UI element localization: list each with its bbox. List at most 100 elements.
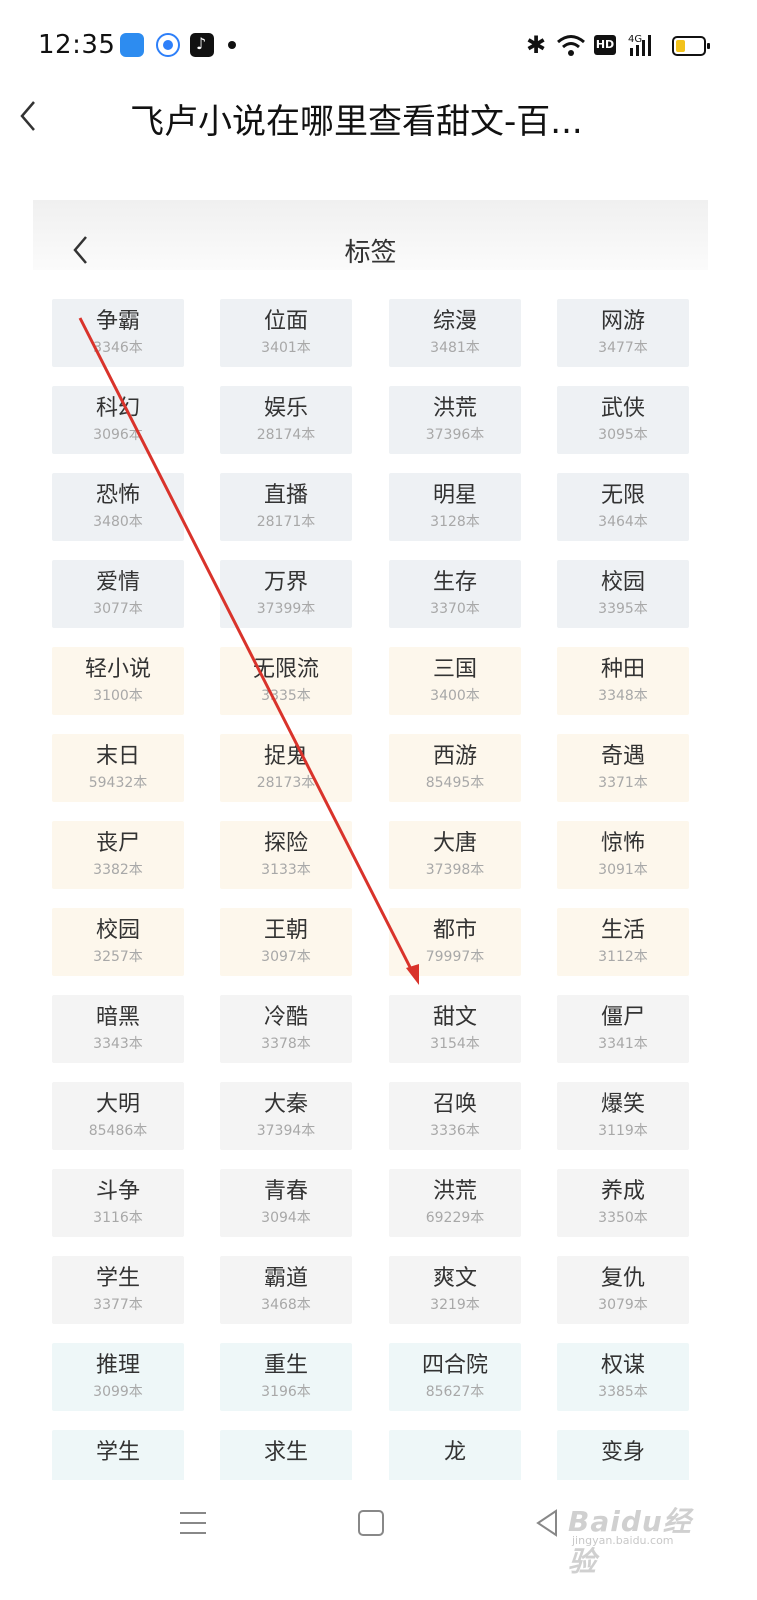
tag-item[interactable]: 冷酷 3378本: [220, 995, 352, 1063]
tag-item[interactable]: 生存 3370本: [389, 560, 521, 628]
home-square-icon[interactable]: [358, 1510, 384, 1536]
tag-item[interactable]: 争霸 3346本: [52, 299, 184, 367]
tag-item[interactable]: 霸道 3468本: [220, 1256, 352, 1324]
tag-item[interactable]: 斗争 3116本: [52, 1169, 184, 1237]
signal-4g-icon: 4G: [628, 34, 651, 56]
tag-item[interactable]: 三国 3400本: [389, 647, 521, 715]
tag-item[interactable]: 丧尸 3382本: [52, 821, 184, 889]
tag-item[interactable]: 养成 3350本: [557, 1169, 689, 1237]
back-triangle-icon[interactable]: [534, 1508, 560, 1538]
tag-item[interactable]: 洪荒 69229本: [389, 1169, 521, 1237]
tag-count: 3219本: [430, 1297, 480, 1313]
tag-name: 复仇: [600, 1266, 645, 1291]
tag-count: 3385本: [598, 1384, 648, 1400]
tag-item[interactable]: 青春 3094本: [220, 1169, 352, 1237]
tag-item[interactable]: 无限流 3335本: [220, 647, 352, 715]
tag-name: 霸道: [263, 1266, 308, 1291]
tag-name: 学生: [95, 1440, 140, 1465]
tag-item[interactable]: 暗黑 3343本: [52, 995, 184, 1063]
tag-item[interactable]: 大唐 37398本: [389, 821, 521, 889]
tag-item[interactable]: 惊怖 3091本: [557, 821, 689, 889]
tag-count: 3154本: [430, 1036, 480, 1052]
tag-item[interactable]: 校园 3257本: [52, 908, 184, 976]
tag-item[interactable]: 甜文 3154本: [389, 995, 521, 1063]
tag-item[interactable]: 轻小说 3100本: [52, 647, 184, 715]
tag-item[interactable]: 爱情 3077本: [52, 560, 184, 628]
tag-count: 3382本: [93, 862, 143, 878]
tag-item[interactable]: 恐怖 3480本: [52, 473, 184, 541]
tag-name: 综漫: [432, 309, 477, 334]
tag-item[interactable]: 生活 3112本: [557, 908, 689, 976]
tag-item[interactable]: 学生 3377本: [52, 1256, 184, 1324]
tag-item[interactable]: 爽文 3219本: [389, 1256, 521, 1324]
tag-name: 求生: [263, 1440, 308, 1465]
tag-item[interactable]: 召唤 3336本: [389, 1082, 521, 1150]
chevron-left-icon[interactable]: [14, 96, 44, 136]
tag-count: 3077本: [93, 601, 143, 617]
tag-name: 大明: [95, 1092, 140, 1117]
tag-item[interactable]: 末日 59432本: [52, 734, 184, 802]
tag-count: 3346本: [93, 340, 143, 356]
tag-item[interactable]: 龙: [389, 1430, 521, 1480]
tag-count: 3371本: [598, 775, 648, 791]
status-bar: 12:35 ✱ HD 4G: [0, 0, 757, 92]
qq-browser-icon: [156, 33, 180, 57]
tag-item[interactable]: 综漫 3481本: [389, 299, 521, 367]
tag-name: 科幻: [95, 396, 140, 421]
tag-item[interactable]: 学生: [52, 1430, 184, 1480]
tag-item[interactable]: 娱乐 28174本: [220, 386, 352, 454]
tag-item[interactable]: 网游 3477本: [557, 299, 689, 367]
tag-item[interactable]: 捉鬼 28173本: [220, 734, 352, 802]
tag-item[interactable]: 都市 79997本: [389, 908, 521, 976]
tag-item[interactable]: 直播 28171本: [220, 473, 352, 541]
tag-item[interactable]: 无限 3464本: [557, 473, 689, 541]
tag-count: 3348本: [598, 688, 648, 704]
tag-name: 网游: [600, 309, 645, 334]
tag-item[interactable]: 爆笑 3119本: [557, 1082, 689, 1150]
tag-item[interactable]: 大明 85486本: [52, 1082, 184, 1150]
tag-item[interactable]: 僵尸 3341本: [557, 995, 689, 1063]
tag-item[interactable]: 四合院 85627本: [389, 1343, 521, 1411]
tag-item[interactable]: 位面 3401本: [220, 299, 352, 367]
tag-item[interactable]: 奇遇 3371本: [557, 734, 689, 802]
tag-name: 恐怖: [95, 483, 140, 508]
tag-item[interactable]: 变身: [557, 1430, 689, 1480]
tag-item[interactable]: 明星 3128本: [389, 473, 521, 541]
page-title: 飞卢小说在哪里查看甜文-百...: [130, 102, 583, 142]
tag-item[interactable]: 西游 85495本: [389, 734, 521, 802]
tag-item[interactable]: 万界 37399本: [220, 560, 352, 628]
tag-item[interactable]: 大秦 37394本: [220, 1082, 352, 1150]
tag-name: 生活: [600, 918, 645, 943]
tag-count: 3464本: [598, 514, 648, 530]
tag-item[interactable]: 洪荒 37396本: [389, 386, 521, 454]
tag-name: 明星: [432, 483, 477, 508]
tag-item[interactable]: 科幻 3096本: [52, 386, 184, 454]
tag-name: 暗黑: [95, 1005, 140, 1030]
tag-item[interactable]: 重生 3196本: [220, 1343, 352, 1411]
tag-item[interactable]: 求生: [220, 1430, 352, 1480]
menu-icon[interactable]: [180, 1512, 206, 1536]
tag-count: 3343本: [93, 1036, 143, 1052]
tag-count: 37394本: [256, 1123, 316, 1139]
tag-count: 3128本: [430, 514, 480, 530]
tag-item[interactable]: 王朝 3097本: [220, 908, 352, 976]
tag-item[interactable]: 复仇 3079本: [557, 1256, 689, 1324]
tag-name: 甜文: [432, 1005, 477, 1030]
tag-item[interactable]: 推理 3099本: [52, 1343, 184, 1411]
tag-name: 捉鬼: [263, 744, 308, 769]
tag-name: 龙: [443, 1440, 466, 1465]
tag-name: 轻小说: [84, 657, 151, 682]
tag-name: 末日: [95, 744, 140, 769]
tag-count: 79997本: [425, 949, 485, 965]
tag-count: 85495本: [425, 775, 485, 791]
tag-count: 85486本: [88, 1123, 148, 1139]
network-label: 4G: [628, 34, 642, 45]
tag-name: 三国: [432, 657, 477, 682]
tag-count: 69229本: [425, 1210, 485, 1226]
tag-item[interactable]: 种田 3348本: [557, 647, 689, 715]
tag-count: 85627本: [425, 1384, 485, 1400]
tag-item[interactable]: 武侠 3095本: [557, 386, 689, 454]
tag-item[interactable]: 探险 3133本: [220, 821, 352, 889]
tag-item[interactable]: 权谋 3385本: [557, 1343, 689, 1411]
tag-item[interactable]: 校园 3395本: [557, 560, 689, 628]
